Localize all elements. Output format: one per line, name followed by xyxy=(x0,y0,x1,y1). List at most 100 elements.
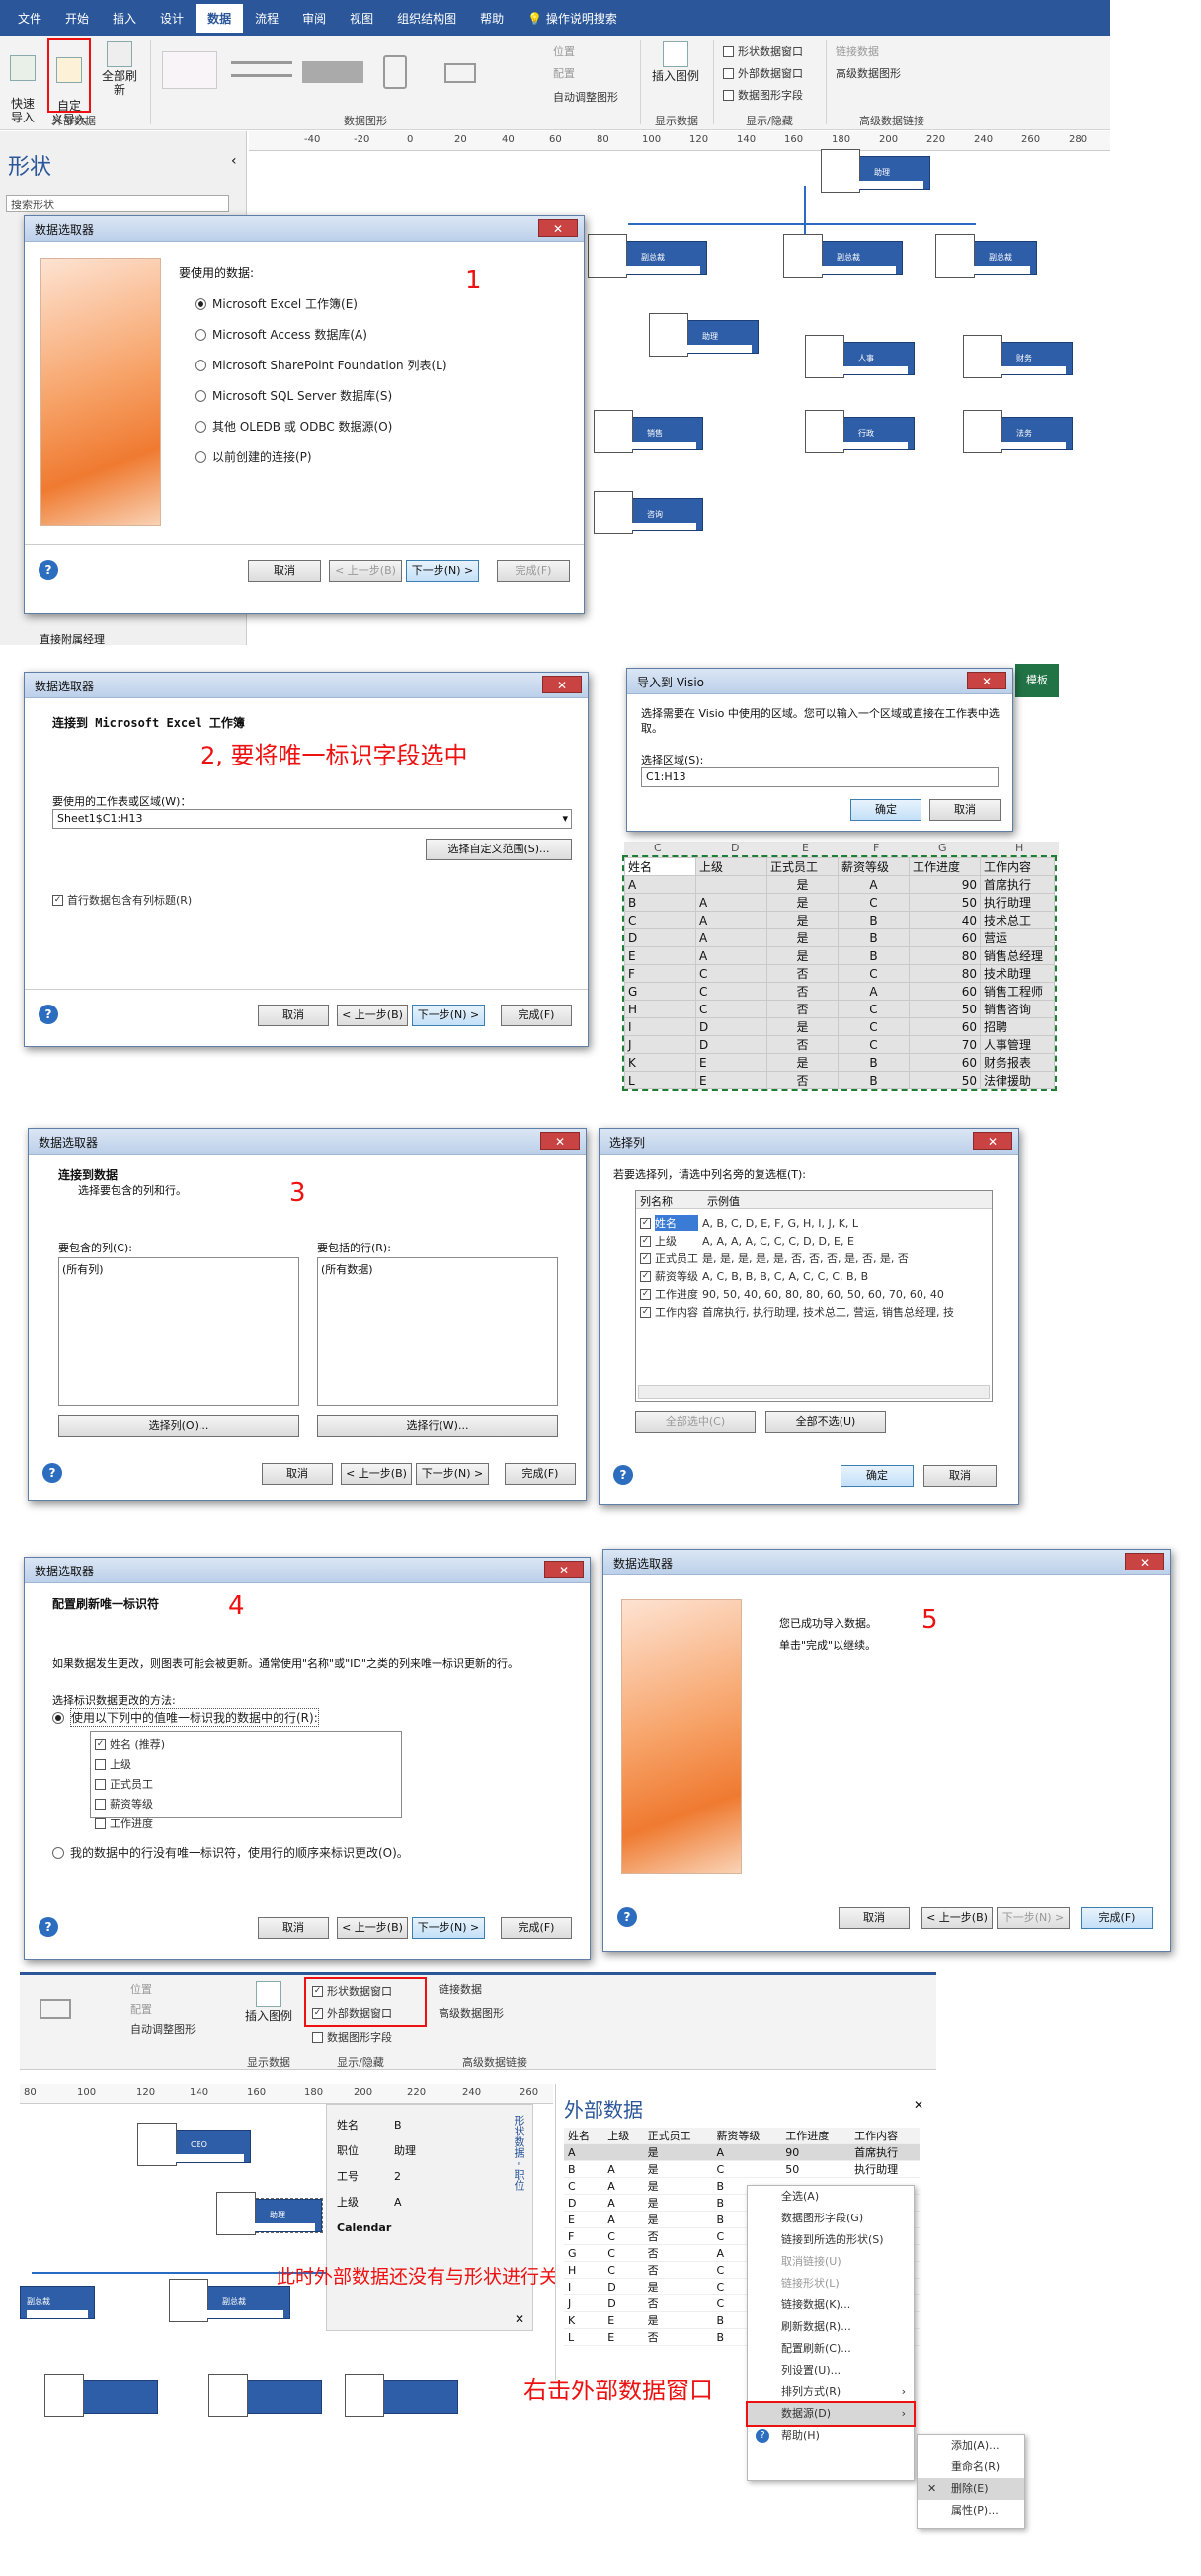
table-row[interactable]: B A 是 C 50 执行助理 xyxy=(564,2160,920,2178)
list-item[interactable]: 上级 xyxy=(95,1756,397,1772)
next-button[interactable]: 下一步(N) > xyxy=(406,560,479,582)
column-check-row[interactable]: 姓名A, B, C, D, E, F, G, H, I, J, K, L xyxy=(640,1215,858,1231)
org-box-ceo[interactable]: CEO xyxy=(137,2123,251,2166)
tab-process[interactable]: 流程 xyxy=(243,4,290,33)
graphic-style-5[interactable] xyxy=(40,1999,71,2019)
next-button[interactable]: 下一步(N) > xyxy=(412,1005,485,1026)
shape-data-value[interactable]: A xyxy=(394,2190,416,2215)
range-select[interactable]: Sheet1$C1:H13 ▾ xyxy=(52,809,572,829)
insert-legend-button[interactable]: 插入图例 xyxy=(241,1981,296,2023)
org-box-hr[interactable]: 人事 xyxy=(805,335,915,378)
shape-data-window-checkbox[interactable]: 形状数据窗口 xyxy=(312,1983,392,1999)
org-box-lower-2[interactable] xyxy=(208,2374,322,2417)
config-button[interactable]: 配置 xyxy=(553,65,575,81)
ok-button[interactable]: 确定 xyxy=(850,799,921,821)
menu-item-select-all[interactable]: 全选(A) xyxy=(748,2186,914,2208)
shape-data-value[interactable]: B xyxy=(394,2113,416,2138)
external-data-window-checkbox[interactable]: 外部数据窗口 xyxy=(723,65,803,81)
org-box-admin[interactable]: 行政 xyxy=(805,410,915,453)
range-input[interactable]: C1:H13 xyxy=(641,767,999,787)
org-box-lower-3[interactable] xyxy=(345,2374,458,2417)
tab-help[interactable]: 帮助 xyxy=(468,4,516,33)
list-item[interactable]: 姓名 (推荐) xyxy=(95,1736,397,1752)
unique-column-list[interactable]: 姓名 (推荐) 上级 正式员工 薪资等级 工作进度 xyxy=(90,1731,402,1830)
column-check-row[interactable]: 薪资等级A, C, B, B, B, C, A, C, C, C, B, B xyxy=(640,1268,868,1284)
column-check-row[interactable]: 工作进度90, 50, 40, 60, 80, 80, 60, 50, 60, … xyxy=(640,1286,944,1302)
cancel-button[interactable]: 取消 xyxy=(839,1907,910,1929)
horizontal-scrollbar[interactable] xyxy=(638,1385,990,1399)
menu-item-sort[interactable]: 排列方式(R) › xyxy=(748,2381,914,2403)
org-box-assistant[interactable]: 助理 xyxy=(649,313,759,357)
tell-me-search[interactable]: 💡 操作说明搜索 xyxy=(516,4,629,33)
close-icon[interactable]: ✕ xyxy=(973,1132,1012,1150)
table-row[interactable]: A 是 A 90 首席执行 xyxy=(564,2143,920,2161)
tab-org-chart[interactable]: 组织结构图 xyxy=(385,4,468,33)
select-cols-button[interactable]: 选择列(O)... xyxy=(58,1415,299,1437)
graphic-style-5[interactable] xyxy=(444,63,476,83)
clear-all-button[interactable]: 全部不选(U) xyxy=(765,1411,886,1433)
rows-listbox[interactable]: (所有数据) xyxy=(317,1257,558,1406)
shape-data-window-checkbox[interactable]: 形状数据窗口 xyxy=(723,43,803,59)
advanced-graphics-button[interactable]: 高级数据图形 xyxy=(439,2005,504,2021)
position-button[interactable]: 位置 xyxy=(553,43,575,59)
cancel-button[interactable]: 取消 xyxy=(258,1917,329,1939)
link-data-button[interactable]: 链接数据 xyxy=(439,1981,482,1997)
org-box-finance[interactable]: 财务 xyxy=(963,335,1073,378)
cancel-button[interactable]: 取消 xyxy=(248,560,321,582)
auto-adjust-button[interactable]: 自动调整图形 xyxy=(553,89,618,105)
org-box-consult[interactable]: 咨询 xyxy=(594,491,703,534)
next-button[interactable]: 下一步(N) > xyxy=(997,1907,1070,1929)
custom-import-button[interactable]: 自定 义导入 xyxy=(47,38,91,126)
header-row-checkbox[interactable]: 首行数据包含有列标题(R) xyxy=(52,892,192,908)
finish-button[interactable]: 完成(F) xyxy=(501,1005,572,1026)
tab-home[interactable]: 开始 xyxy=(53,4,101,33)
close-icon[interactable]: ✕ xyxy=(914,2098,923,2112)
org-box-vp-left[interactable]: 副总裁 xyxy=(20,2286,95,2319)
menu-item-config-refresh[interactable]: 配置刷新(C)... xyxy=(748,2338,914,2360)
close-icon[interactable]: ✕ xyxy=(515,2312,524,2326)
back-button[interactable]: < 上一步(B) xyxy=(921,1907,993,1929)
custom-range-button[interactable]: 选择自定义范围(S)... xyxy=(426,839,572,860)
close-icon[interactable]: ✕ xyxy=(1125,1553,1164,1570)
config-button[interactable]: 配置 xyxy=(130,2001,152,2017)
select-all-button[interactable]: 全部选中(C) xyxy=(635,1411,756,1433)
next-button[interactable]: 下一步(N) > xyxy=(412,1917,485,1939)
back-button[interactable]: < 上一步(B) xyxy=(329,560,402,582)
org-box-sales[interactable]: 销售 xyxy=(594,410,703,453)
org-box-vp-1[interactable]: 副总裁 xyxy=(588,234,707,278)
tab-insert[interactable]: 插入 xyxy=(101,4,148,33)
tab-data[interactable]: 数据 xyxy=(196,3,244,33)
menu-item-properties[interactable]: 属性(P)... xyxy=(918,2500,1024,2522)
external-data-window-checkbox[interactable]: 外部数据窗口 xyxy=(312,2005,392,2021)
list-item[interactable]: 工作进度 xyxy=(95,1815,397,1831)
cancel-button[interactable]: 取消 xyxy=(923,1465,997,1487)
column-check-row[interactable]: 工作内容首席执行, 执行助理, 技术总工, 营运, 销售总经理, 技 xyxy=(640,1304,990,1320)
radio-unique-column[interactable]: 使用以下列中的值唯一标识我的数据中的行(R): xyxy=(52,1708,319,1727)
advanced-graphics-button[interactable]: 高级数据图形 xyxy=(836,65,901,81)
radio-previous[interactable]: 以前创建的连接(P) xyxy=(195,448,447,465)
help-icon[interactable]: ? xyxy=(42,1463,62,1483)
radio-excel[interactable]: Microsoft Excel 工作簿(E) xyxy=(195,295,447,312)
menu-item-data-source[interactable]: 数据源(D) › xyxy=(746,2401,916,2427)
org-box-legal[interactable]: 法务 xyxy=(963,410,1073,453)
graphic-style-2[interactable] xyxy=(231,61,292,77)
finish-button[interactable]: 完成(F) xyxy=(1081,1907,1153,1929)
radio-sharepoint[interactable]: Microsoft SharePoint Foundation 列表(L) xyxy=(195,357,447,373)
cols-listbox[interactable]: (所有列) xyxy=(58,1257,299,1406)
list-item[interactable]: 正式员工 xyxy=(95,1776,397,1792)
org-box-vp-2[interactable]: 副总裁 xyxy=(783,234,903,278)
org-box-assistant-selected[interactable]: 助理 xyxy=(216,2192,323,2235)
menu-item-refresh[interactable]: 刷新数据(R)... xyxy=(748,2316,914,2338)
close-icon[interactable]: ✕ xyxy=(542,676,582,693)
columns-list[interactable]: 列名称 示例值 姓名A, B, C, D, E, F, G, H, I, J, … xyxy=(635,1190,993,1402)
radio-access[interactable]: Microsoft Access 数据库(A) xyxy=(195,326,447,343)
column-check-row[interactable]: 正式员工是, 是, 是, 是, 是, 否, 否, 否, 是, 否, 是, 否 xyxy=(640,1250,909,1266)
select-rows-button[interactable]: 选择行(W)... xyxy=(317,1415,558,1437)
tab-review[interactable]: 审阅 xyxy=(290,4,338,33)
refresh-all-button[interactable]: 全部刷新 xyxy=(97,41,142,97)
shape-search-input[interactable]: 搜索形状 xyxy=(6,195,229,212)
cancel-button[interactable]: 取消 xyxy=(929,799,1001,821)
help-icon[interactable]: ? xyxy=(39,1005,58,1024)
radio-row-order[interactable]: 我的数据中的行没有唯一标识符，使用行的顺序来标识更改(O)。 xyxy=(52,1844,409,1861)
org-box-vp-mid[interactable]: 副总裁 xyxy=(169,2279,290,2322)
